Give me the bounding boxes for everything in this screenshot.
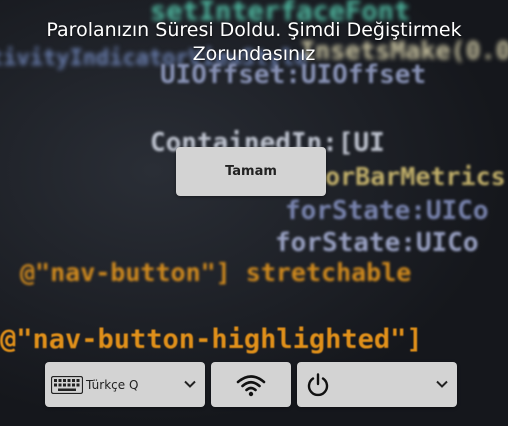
power-icon [307, 372, 329, 396]
background-code-line: forState:UICo [285, 196, 489, 226]
expired-password-message: Parolanızın Süresi Doldu. Şimdi Değiştir… [0, 18, 508, 66]
background-code-line: @"nav-button-highlighted"] [0, 324, 423, 355]
ok-button[interactable]: Tamam [176, 147, 326, 196]
keyboard-layout-label: Türkçe Q [86, 377, 139, 392]
message-line-1: Parolanızın Süresi Doldu. Şimdi Değiştir… [46, 19, 462, 41]
chevron-down-icon [184, 380, 196, 388]
background-code-line: forBarMetrics [310, 162, 506, 191]
keyboard-layout-selector[interactable]: Türkçe Q [45, 362, 205, 407]
keyboard-icon [51, 375, 83, 394]
background-code-line: @"nav-button"] stretchable [20, 258, 412, 287]
message-line-2: Zorundasınız [192, 43, 316, 65]
network-button[interactable] [211, 362, 291, 407]
wifi-icon [236, 374, 266, 396]
power-menu[interactable] [297, 362, 457, 407]
background-code-line: forState:UICo [275, 228, 479, 258]
chevron-down-icon [436, 380, 448, 388]
